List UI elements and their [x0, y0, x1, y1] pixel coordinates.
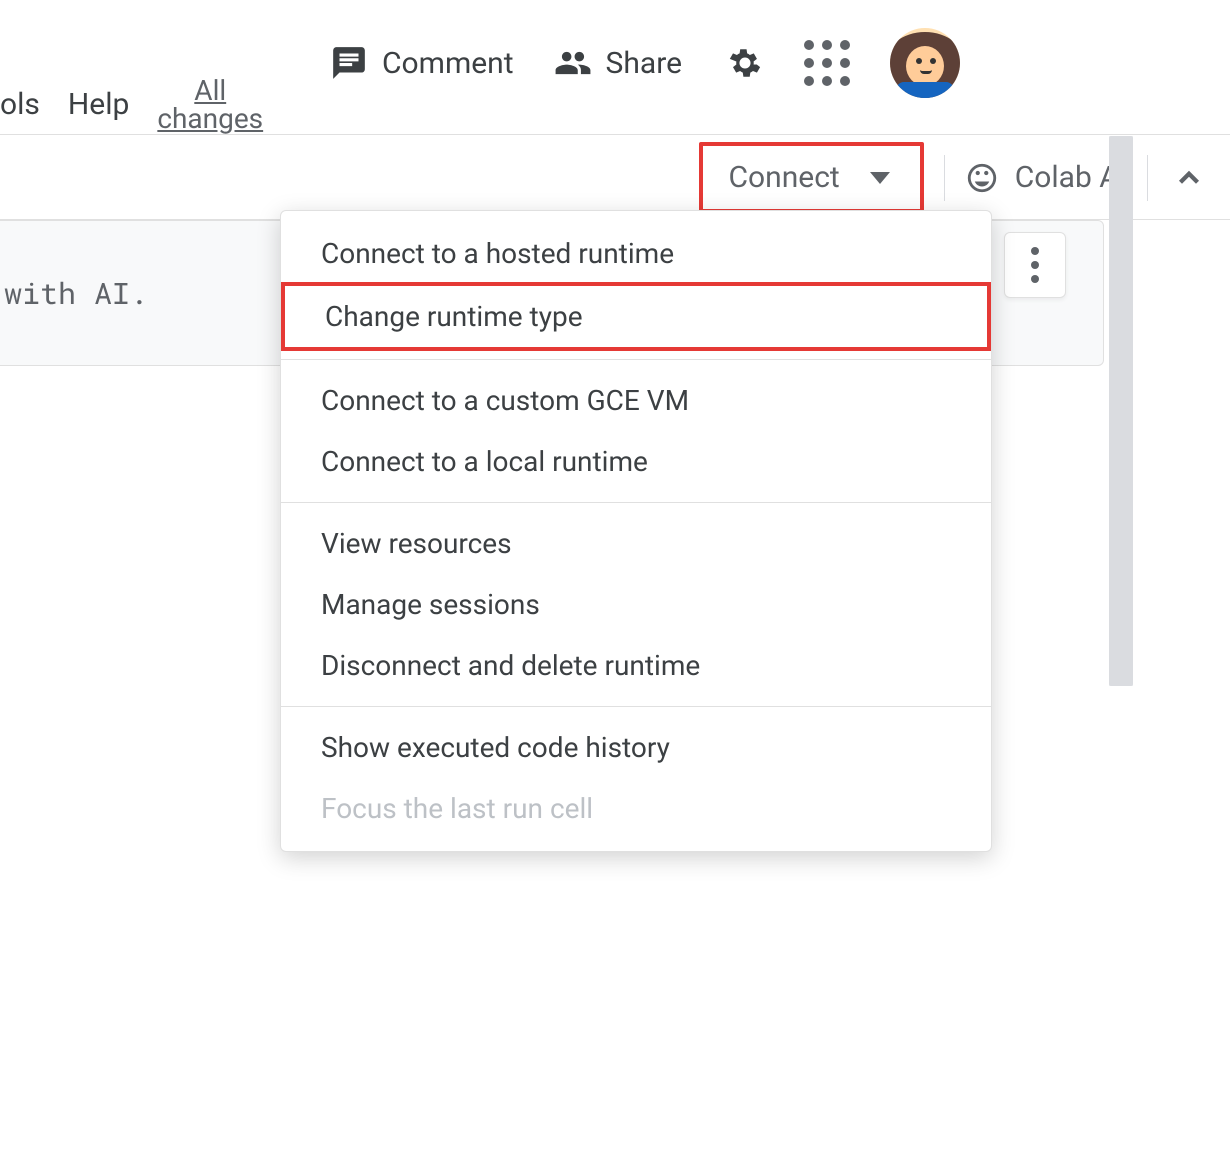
secondary-toolbar: Connect Colab AI — [0, 136, 1230, 220]
dropdown-item[interactable]: Disconnect and delete runtime — [281, 635, 991, 696]
menu-help[interactable]: Help — [68, 87, 129, 122]
scrollbar-thumb[interactable] — [1109, 136, 1133, 686]
highlighted-item: Change runtime type — [281, 282, 991, 351]
more-vert-icon — [1031, 247, 1039, 283]
dropdown-item[interactable]: Change runtime type — [285, 286, 987, 347]
colab-ai-button[interactable]: Colab AI — [965, 160, 1127, 195]
scrollbar[interactable] — [1109, 136, 1133, 686]
cell-text: with AI. — [0, 274, 148, 313]
dropdown-item[interactable]: Show executed code history — [281, 717, 991, 778]
menu-tools[interactable]: ols — [0, 87, 40, 122]
connect-dropdown: Connect to a hosted runtimeChange runtim… — [280, 210, 992, 852]
chevron-up-icon — [1172, 161, 1206, 195]
menu-bar: ols Help All changes — [0, 75, 1230, 135]
dropdown-item: Focus the last run cell — [281, 778, 991, 839]
dropdown-item[interactable]: Connect to a custom GCE VM — [281, 370, 991, 431]
dropdown-separator — [281, 359, 991, 360]
dropdown-separator — [281, 502, 991, 503]
separator — [944, 155, 945, 201]
dropdown-triangle-icon — [870, 172, 890, 184]
dropdown-item[interactable]: Connect to a hosted runtime — [281, 223, 991, 284]
menu-all-changes[interactable]: All changes — [157, 77, 263, 133]
dropdown-item[interactable]: Manage sessions — [281, 574, 991, 635]
dropdown-separator — [281, 706, 991, 707]
collapse-button[interactable] — [1168, 157, 1210, 199]
dropdown-item[interactable]: View resources — [281, 513, 991, 574]
separator — [1147, 155, 1148, 201]
dropdown-item[interactable]: Connect to a local runtime — [281, 431, 991, 492]
connect-label: Connect — [729, 160, 840, 195]
face-icon — [965, 161, 999, 195]
connect-button[interactable]: Connect — [699, 142, 924, 213]
cell-overflow-button[interactable] — [1004, 232, 1066, 298]
